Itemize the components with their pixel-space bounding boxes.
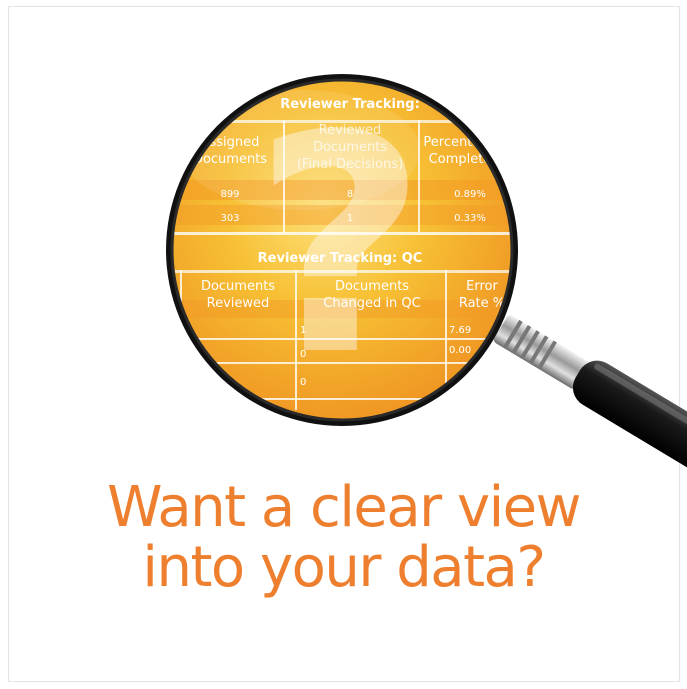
table2-cell: 7.69 (449, 325, 471, 336)
table2-header-error-2: Rate % (459, 296, 505, 311)
table1-cell: 303 (220, 213, 239, 224)
table1-header-percentage: Percentage (423, 135, 496, 150)
table1-cell: 0.33% (454, 213, 486, 224)
magnifying-glass-illustration: Reviewer Tracking: Assigned Documents Re… (166, 74, 687, 470)
headline-line-1: Want a clear view (107, 475, 581, 540)
table2-header-error: Error (466, 279, 498, 294)
magnifier-handle (493, 315, 687, 470)
magnifier-lens: Reviewer Tracking: Assigned Documents Re… (166, 74, 518, 426)
headline: Want a clear view into your data? (0, 478, 687, 598)
table2-cell: 0.00 (449, 345, 471, 356)
headline-line-2: into your data? (142, 535, 546, 600)
table1-cell: 0.89% (454, 189, 486, 200)
